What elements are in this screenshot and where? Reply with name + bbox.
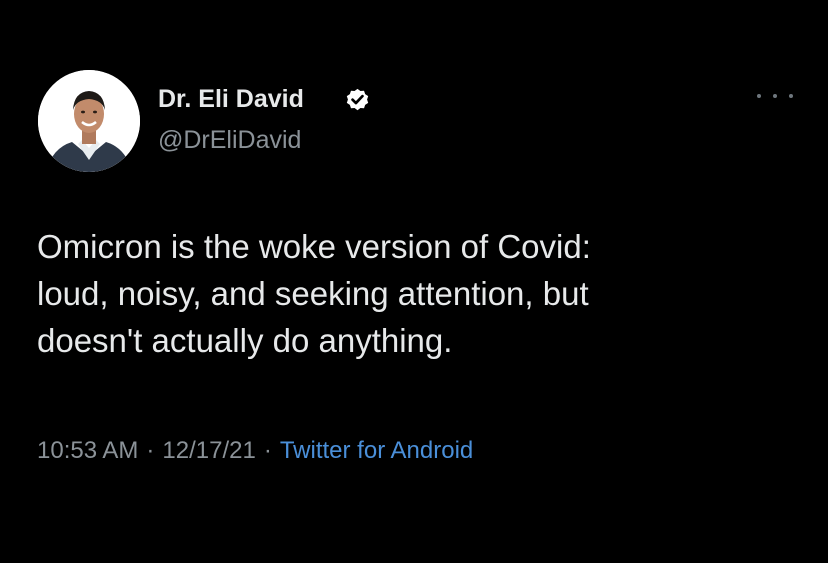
tweet-source-link[interactable]: Twitter for Android xyxy=(280,437,473,464)
author-handle[interactable]: @DrEliDavid xyxy=(158,125,301,155)
avatar-image xyxy=(38,70,140,172)
meta-separator: · xyxy=(263,437,272,464)
author-display-name[interactable]: Dr. Eli David xyxy=(158,84,304,114)
tweet-text-line: Omicron is the woke version of Covid: xyxy=(37,228,591,265)
more-horizontal-icon[interactable] xyxy=(757,88,793,104)
more-dot xyxy=(773,94,777,98)
verified-badge-icon xyxy=(346,88,369,111)
tweet-card: Dr. Eli David @DrEliDavid Omicron is the… xyxy=(0,0,828,563)
tweet-text-line: loud, noisy, and seeking attention, but xyxy=(37,275,589,312)
avatar[interactable] xyxy=(38,70,140,172)
meta-separator: · xyxy=(146,437,155,464)
tweet-meta: 10:53 AM · 12/17/21 · Twitter for Android xyxy=(37,436,473,466)
tweet-time[interactable]: 10:53 AM xyxy=(37,437,138,464)
tweet-text-line: doesn't actually do anything. xyxy=(37,322,453,359)
tweet-date[interactable]: 12/17/21 xyxy=(162,437,255,464)
tweet-text: Omicron is the woke version of Covid: lo… xyxy=(37,223,807,364)
more-dot xyxy=(789,94,793,98)
more-dot xyxy=(757,94,761,98)
